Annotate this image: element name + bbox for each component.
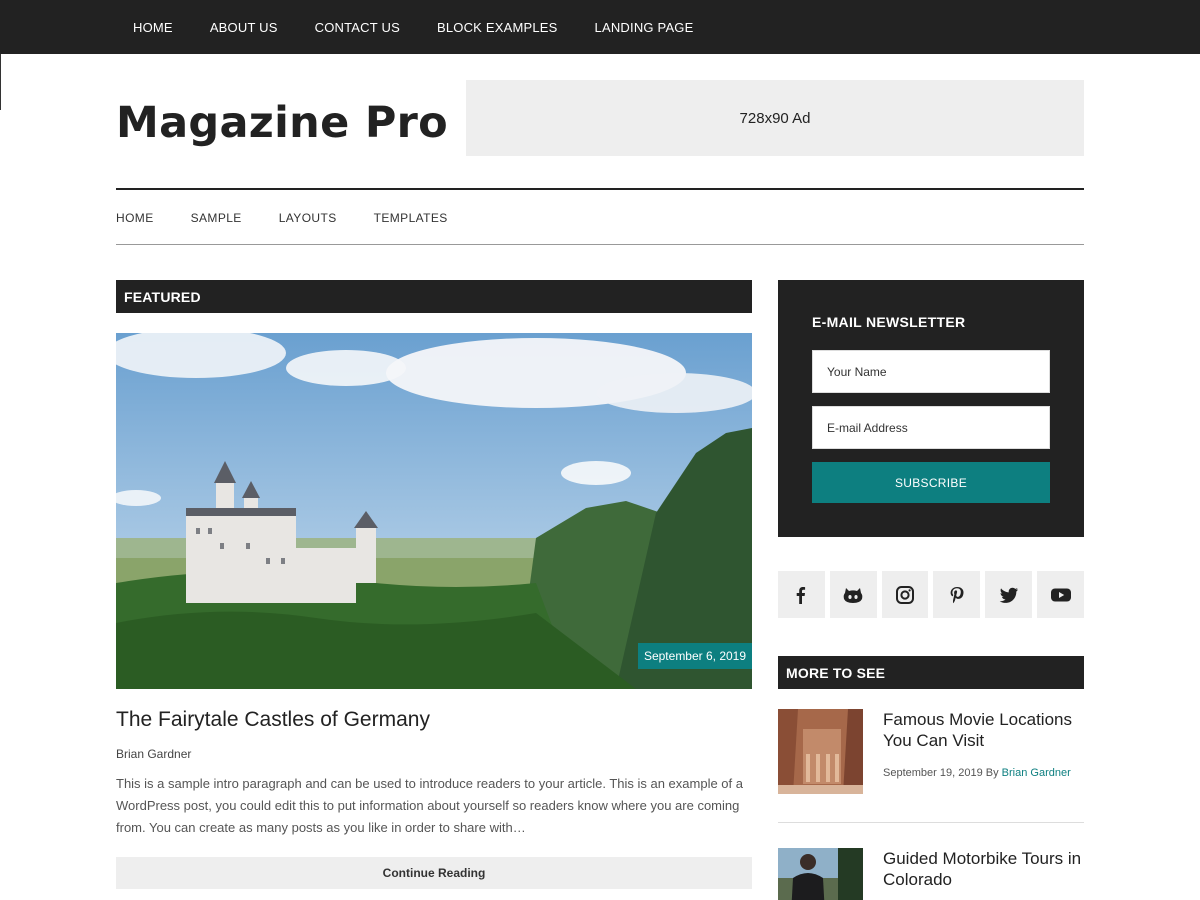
top-nav-about-us[interactable]: ABOUT US <box>210 20 278 35</box>
movie-locations-thumbnail[interactable] <box>778 709 863 794</box>
top-nav-landing-page[interactable]: LANDING PAGE <box>595 20 694 35</box>
github-icon <box>843 587 863 603</box>
name-input[interactable]: Your Name <box>812 350 1050 393</box>
youtube-link[interactable] <box>1037 571 1084 618</box>
site-title[interactable]: Magazine Pro <box>116 98 448 148</box>
twitter-icon <box>999 587 1018 603</box>
pinterest-link[interactable] <box>933 571 981 618</box>
top-nav-block-examples[interactable]: BLOCK EXAMPLES <box>437 20 558 35</box>
top-navigation-bar: HOME ABOUT US CONTACT US BLOCK EXAMPLES … <box>0 0 1200 54</box>
featured-post-author[interactable]: Brian Gardner <box>116 747 191 761</box>
more-item-meta: September 19, 2019 By Brian Gardner <box>883 767 1071 779</box>
twitter-link[interactable] <box>985 571 1033 618</box>
featured-post-title[interactable]: The Fairytale Castles of Germany <box>116 708 430 732</box>
more-item-by: By <box>985 767 999 779</box>
petra-thumbnail-image <box>778 709 863 794</box>
motorbike-tours-thumbnail[interactable] <box>778 848 863 900</box>
motorbike-thumbnail-image <box>778 848 863 900</box>
facebook-icon <box>797 586 806 604</box>
youtube-icon <box>1050 588 1071 601</box>
more-item-title[interactable]: Famous Movie Locations You Can Visit <box>883 709 1088 751</box>
github-link[interactable] <box>829 571 877 618</box>
featured-section-title: FEATURED <box>116 280 752 313</box>
secondary-navigation: HOME SAMPLE LAYOUTS TEMPLATES <box>116 188 1084 245</box>
more-to-see-divider <box>778 822 1084 823</box>
subscribe-button[interactable]: SUBSCRIBE <box>812 462 1050 503</box>
top-nav-contact-us[interactable]: CONTACT US <box>315 20 400 35</box>
more-to-see-title: MORE TO SEE <box>778 656 1084 689</box>
newsletter-widget: E-MAIL NEWSLETTER Your Name E-mail Addre… <box>778 280 1084 537</box>
secondary-nav-templates[interactable]: TEMPLATES <box>374 211 448 225</box>
window-edge <box>0 54 1 110</box>
secondary-nav-home[interactable]: HOME <box>116 211 154 225</box>
ad-label: 728x90 Ad <box>739 109 811 127</box>
instagram-link[interactable] <box>881 571 929 618</box>
newsletter-title: E-MAIL NEWSLETTER <box>812 314 966 330</box>
pinterest-icon <box>950 586 964 603</box>
castle-landscape-image <box>116 333 752 689</box>
continue-reading-button[interactable]: Continue Reading <box>116 857 752 889</box>
more-item-date: September 19, 2019 <box>883 767 983 779</box>
secondary-nav-menu: HOME SAMPLE LAYOUTS TEMPLATES <box>116 190 448 245</box>
more-item-title[interactable]: Guided Motorbike Tours in Colorado <box>883 848 1088 890</box>
top-nav-menu: HOME ABOUT US CONTACT US BLOCK EXAMPLES … <box>133 0 694 54</box>
top-nav-home[interactable]: HOME <box>133 20 173 35</box>
instagram-icon <box>896 585 915 604</box>
featured-post-excerpt: This is a sample intro paragraph and can… <box>116 776 743 835</box>
featured-post-image[interactable] <box>116 333 752 689</box>
social-icons-row <box>778 571 1084 618</box>
more-item-author-link[interactable]: Brian Gardner <box>1002 767 1071 779</box>
facebook-link[interactable] <box>778 571 825 618</box>
featured-date-badge: September 6, 2019 <box>638 643 752 669</box>
header-ad-banner[interactable]: 728x90 Ad <box>466 80 1084 156</box>
email-input[interactable]: E-mail Address <box>812 406 1050 449</box>
secondary-nav-layouts[interactable]: LAYOUTS <box>279 211 337 225</box>
secondary-nav-sample[interactable]: SAMPLE <box>191 211 242 225</box>
